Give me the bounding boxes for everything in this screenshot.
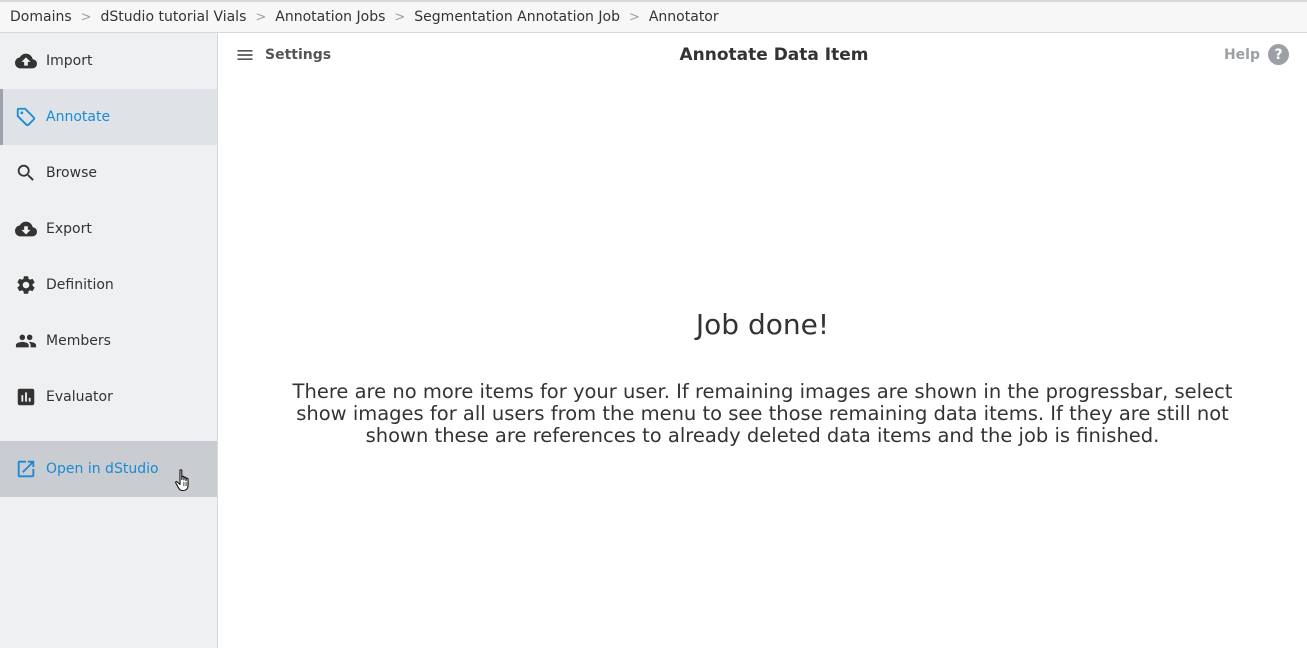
gear-icon bbox=[15, 274, 37, 296]
external-link-icon bbox=[15, 458, 37, 480]
sidebar-item-label: Annotate bbox=[46, 109, 111, 125]
sidebar-item-label: Definition bbox=[46, 277, 114, 293]
help-label: Help bbox=[1223, 46, 1260, 63]
breadcrumb-annotation-jobs[interactable]: Annotation Jobs bbox=[275, 9, 385, 25]
sidebar-item-label: Open in dStudio bbox=[46, 461, 159, 477]
sidebar-item-label: Browse bbox=[46, 165, 97, 181]
sidebar-item-members[interactable]: Members bbox=[0, 313, 217, 369]
breadcrumb-domain[interactable]: dStudio tutorial Vials bbox=[101, 9, 247, 25]
help-button[interactable]: Help ? bbox=[1224, 44, 1289, 65]
breadcrumb-separator: > bbox=[255, 9, 267, 25]
cloud-upload-icon bbox=[15, 50, 37, 72]
help-icon: ? bbox=[1268, 44, 1289, 65]
job-done-title: Job done! bbox=[695, 308, 830, 341]
breadcrumb-annotator: Annotator bbox=[648, 9, 719, 25]
breadcrumb: Domains > dStudio tutorial Vials > Annot… bbox=[0, 0, 1307, 33]
sidebar-item-evaluator[interactable]: Evaluator bbox=[0, 369, 217, 425]
breadcrumb-separator: > bbox=[80, 9, 92, 25]
sidebar-item-label: Evaluator bbox=[46, 389, 113, 405]
tag-icon bbox=[15, 106, 37, 128]
main-header: Settings Annotate Data Item Help ? bbox=[218, 33, 1307, 79]
search-icon bbox=[15, 162, 37, 184]
bar-chart-icon bbox=[15, 386, 37, 408]
sidebar-item-open-in-dstudio[interactable]: Open in dStudio bbox=[0, 441, 217, 497]
sidebar-item-definition[interactable]: Definition bbox=[0, 257, 217, 313]
sidebar-item-label: Import bbox=[46, 53, 93, 69]
sidebar: Import Annotate Browse Export Definition… bbox=[0, 33, 218, 648]
people-icon bbox=[15, 330, 37, 352]
sidebar-item-import[interactable]: Import bbox=[0, 33, 217, 89]
breadcrumb-job[interactable]: Segmentation Annotation Job bbox=[414, 9, 620, 25]
sidebar-item-label: Members bbox=[46, 333, 111, 349]
sidebar-item-annotate[interactable]: Annotate bbox=[0, 89, 217, 145]
sidebar-item-label: Export bbox=[46, 221, 92, 237]
breadcrumb-domains[interactable]: Domains bbox=[10, 9, 72, 25]
page-title: Annotate Data Item bbox=[679, 45, 869, 65]
sidebar-item-export[interactable]: Export bbox=[0, 201, 217, 257]
breadcrumb-separator: > bbox=[628, 9, 640, 25]
sidebar-item-browse[interactable]: Browse bbox=[0, 145, 217, 201]
job-done-message: There are no more items for your user. I… bbox=[292, 380, 1233, 447]
breadcrumb-separator: > bbox=[394, 9, 406, 25]
cloud-download-icon bbox=[15, 218, 37, 240]
